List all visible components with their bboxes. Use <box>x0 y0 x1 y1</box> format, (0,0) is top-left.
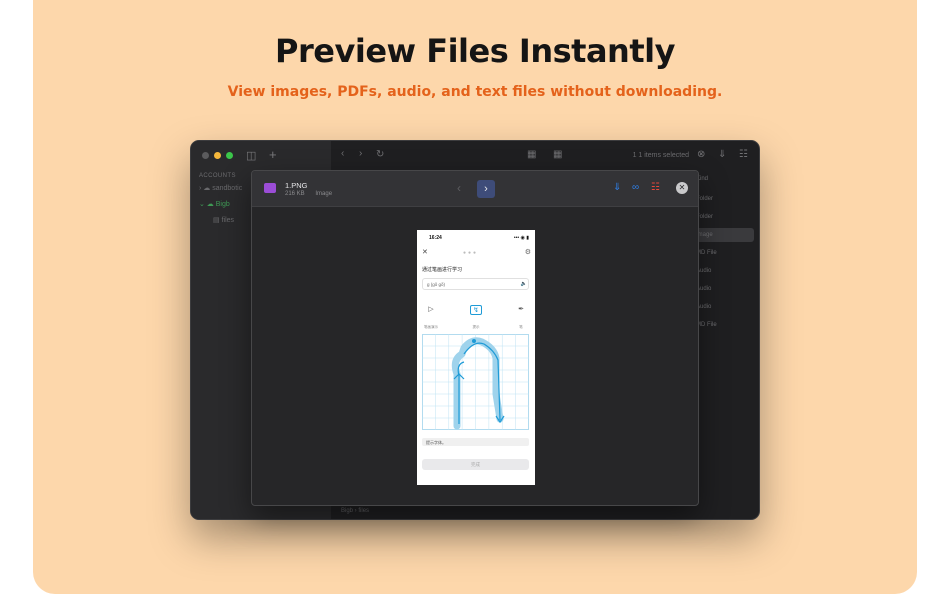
sidebar-toggle-icon[interactable]: ◫ <box>246 149 256 162</box>
phone-question: 通过笔画进行学习 <box>422 267 463 273</box>
phone-status-icons: ••• ◉ ▮ <box>513 235 529 241</box>
phone-submit-button: 完成 <box>422 459 529 470</box>
phone-hint: 提示字体。 <box>422 438 529 446</box>
stroke-icon: ↯ <box>470 305 482 315</box>
forward-icon[interactable]: › <box>359 148 362 159</box>
list-view-icon[interactable]: ▦ <box>527 149 536 160</box>
phone-control-brush: ✒ 笔 <box>509 305 533 333</box>
zoom-window-button[interactable] <box>226 152 233 159</box>
grid-view-icon[interactable]: ▦ <box>553 149 562 160</box>
kind-cell: MD File <box>696 322 717 328</box>
kind-cell: Folder <box>696 196 714 202</box>
gear-icon: ⚙ <box>524 249 531 256</box>
brush-icon: ✒ <box>518 306 524 313</box>
column-header-kind[interactable]: Kind <box>696 176 756 182</box>
speaker-icon: 🔈 <box>520 281 527 287</box>
cancel-icon[interactable]: ⊗ <box>697 149 705 160</box>
sidebar-item-label: Bigb <box>215 201 230 208</box>
window-controls <box>202 152 233 159</box>
sidebar-item-label: sandbotic <box>212 185 243 192</box>
delete-icon[interactable]: ☷ <box>651 182 660 193</box>
path-bar: Bigb › files <box>341 508 370 514</box>
kind-cell: Image <box>696 232 713 238</box>
phone-pinyin-field: g (gǒ gǒ) <box>422 278 529 290</box>
image-preview: 16:24 ••• ◉ ▮ ✕ ●●● ⚙ 通过笔画进行学习 g (gǒ gǒ)… <box>417 230 535 485</box>
trash-icon[interactable]: ☷ <box>739 149 748 160</box>
sidebar-item-folder[interactable]: ▤ files <box>213 216 234 224</box>
sidebar-item-bucket[interactable]: ⌄ ☁ Bigb <box>199 200 230 208</box>
sidebar-section-label: ACCOUNTS <box>199 173 236 179</box>
preview-header: 1.PNG 216 KB Image ‹ › ⇓ ∞ ☷ ✕ <box>252 171 698 207</box>
minimize-window-button[interactable] <box>214 152 221 159</box>
close-preview-button[interactable]: ✕ <box>676 182 688 194</box>
kind-cell: Audio <box>696 268 712 274</box>
phone-control-play: ▷ 笔画演示 <box>419 305 443 333</box>
file-size: 216 KB <box>285 191 305 197</box>
phone-time: 16:24 <box>429 235 442 241</box>
kind-cell: Folder <box>696 214 714 220</box>
path-segment[interactable]: Bigb <box>341 508 353 514</box>
hero-subtitle: View images, PDFs, audio, and text files… <box>227 84 723 100</box>
kind-cell: Audio <box>696 286 712 292</box>
selection-status: 1 1 items selected <box>632 152 689 159</box>
play-icon: ▷ <box>428 306 434 313</box>
phone-control-label: 笔 <box>519 325 523 329</box>
kind-cell: Audio <box>696 304 712 310</box>
path-segment[interactable]: files <box>358 508 369 514</box>
add-icon[interactable]: + <box>269 147 277 162</box>
close-window-button[interactable] <box>202 152 209 159</box>
sidebar-item-label: files <box>221 217 235 224</box>
download-icon[interactable]: ⇓ <box>718 149 726 160</box>
hero-title: Preview Files Instantly <box>275 32 675 70</box>
download-icon[interactable]: ⇓ <box>613 182 621 193</box>
phone-control-hint: ↯ 提示 <box>464 305 488 333</box>
close-icon: ✕ <box>422 249 428 256</box>
phone-control-label: 提示 <box>472 325 480 329</box>
image-file-icon <box>264 183 276 193</box>
character-grid <box>422 334 529 430</box>
previous-file-icon[interactable]: ‹ <box>457 181 461 195</box>
back-icon[interactable]: ‹ <box>341 148 344 159</box>
link-icon[interactable]: ∞ <box>632 182 639 193</box>
kind-cell: MD File <box>696 250 717 256</box>
file-meta: 216 KB Image <box>285 191 341 197</box>
file-kind: Image <box>315 191 333 197</box>
next-file-button[interactable]: › <box>477 180 495 198</box>
sidebar-item-account[interactable]: › ☁ sandbotic <box>199 184 242 192</box>
progress-dots: ●●● <box>463 250 479 256</box>
phone-control-label: 笔画演示 <box>424 325 438 329</box>
file-name: 1.PNG <box>285 181 308 190</box>
refresh-icon[interactable]: ↻ <box>376 149 384 160</box>
quick-look-panel: 1.PNG 216 KB Image ‹ › ⇓ ∞ ☷ ✕ 16:24 •••… <box>251 170 699 506</box>
